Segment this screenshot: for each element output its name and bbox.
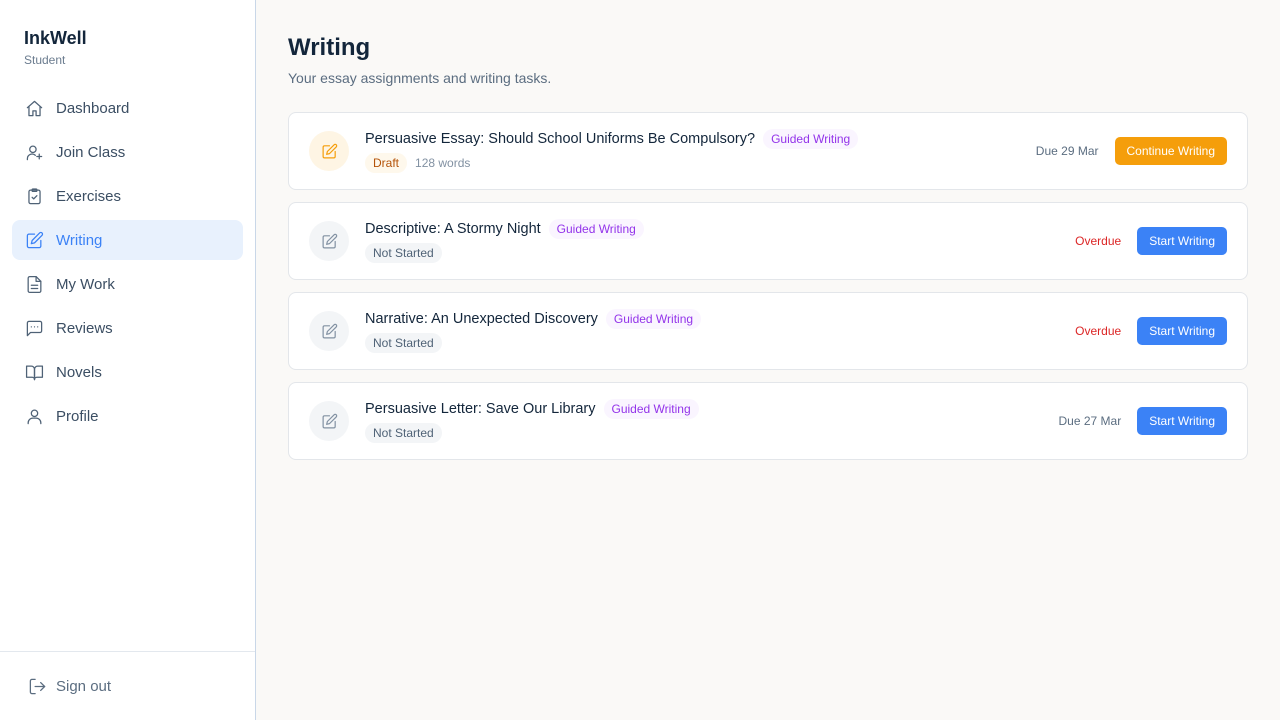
sidebar-item-label: My Work — [56, 275, 115, 293]
task-list: Persuasive Essay: Should School Uniforms… — [288, 112, 1248, 460]
sidebar-item-exercises[interactable]: Exercises — [12, 176, 243, 216]
sidebar-item-label: Profile — [56, 407, 99, 425]
sidebar-item-label: Dashboard — [56, 99, 130, 117]
due-date: Overdue — [1075, 324, 1122, 338]
guided-writing-tag: Guided Writing — [603, 399, 699, 419]
sign-out-button[interactable]: Sign out — [28, 677, 111, 696]
sidebar-item-label: Novels — [56, 363, 102, 381]
task-title[interactable]: Persuasive Letter: Save Our Library — [365, 401, 596, 417]
status-badge: Not Started — [365, 333, 442, 353]
brand-role: Student — [24, 53, 66, 67]
sidebar-item-dashboard[interactable]: Dashboard — [12, 88, 243, 128]
task-card: Persuasive Essay: Should School Uniforms… — [288, 112, 1248, 190]
task-title[interactable]: Descriptive: A Stormy Night — [365, 221, 541, 237]
clipboard-check-icon — [24, 186, 44, 206]
task-body: Persuasive Letter: Save Our Library Guid… — [365, 399, 1059, 443]
sidebar-item-reviews[interactable]: Reviews — [12, 308, 243, 348]
sidebar-item-writing[interactable]: Writing — [12, 220, 243, 260]
task-title-row: Narrative: An Unexpected Discovery Guide… — [365, 309, 1075, 329]
page-subtitle: Your essay assignments and writing tasks… — [288, 70, 552, 86]
continue-writing-button[interactable]: Continue Writing — [1114, 137, 1227, 165]
task-title-row: Persuasive Letter: Save Our Library Guid… — [365, 399, 1059, 419]
home-icon — [24, 98, 44, 118]
task-body: Descriptive: A Stormy Night Guided Writi… — [365, 219, 1075, 263]
task-title[interactable]: Narrative: An Unexpected Discovery — [365, 311, 598, 327]
start-writing-button[interactable]: Start Writing — [1137, 407, 1227, 435]
pencil-square-icon — [309, 131, 349, 171]
task-meta: Draft 128 words — [365, 153, 1036, 173]
due-date: Overdue — [1075, 234, 1122, 248]
status-badge: Draft — [365, 153, 408, 173]
pencil-square-icon — [24, 230, 44, 250]
sign-out-icon — [28, 677, 56, 696]
status-badge: Not Started — [365, 423, 442, 443]
task-meta: Not Started — [365, 423, 1059, 443]
app: InkWell Student Dashboard Join Class Exe… — [0, 0, 1280, 720]
sign-out-label: Sign out — [56, 677, 112, 695]
sidebar-item-label: Exercises — [56, 187, 122, 205]
task-title-row: Descriptive: A Stormy Night Guided Writi… — [365, 219, 1075, 239]
message-icon — [24, 318, 44, 338]
brand-name: InkWell — [24, 28, 87, 48]
sidebar-item-label: Writing — [56, 231, 103, 249]
guided-writing-tag: Guided Writing — [763, 129, 859, 149]
task-card: Narrative: An Unexpected Discovery Guide… — [288, 292, 1248, 370]
user-plus-icon — [24, 142, 44, 162]
sidebar-footer: Sign out — [0, 651, 255, 720]
start-writing-button[interactable]: Start Writing — [1137, 317, 1227, 345]
guided-writing-tag: Guided Writing — [605, 309, 702, 329]
book-icon — [24, 362, 44, 382]
task-card: Descriptive: A Stormy Night Guided Writi… — [288, 202, 1248, 280]
task-card: Persuasive Letter: Save Our Library Guid… — [288, 382, 1248, 460]
status-badge: Not Started — [365, 243, 442, 263]
user-icon — [24, 406, 44, 426]
task-body: Persuasive Essay: Should School Uniforms… — [365, 129, 1036, 173]
task-body: Narrative: An Unexpected Discovery Guide… — [365, 309, 1075, 353]
due-date: Due 27 Mar — [1058, 414, 1122, 428]
sidebar-item-novels[interactable]: Novels — [12, 352, 243, 392]
sidebar-nav: Dashboard Join Class Exercises Writing M… — [0, 88, 255, 436]
brand: InkWell Student — [0, 0, 255, 88]
task-meta: Not Started — [365, 243, 1075, 263]
start-writing-button[interactable]: Start Writing — [1137, 227, 1227, 255]
sidebar-item-profile[interactable]: Profile — [12, 396, 243, 436]
page-title: Writing — [288, 34, 371, 61]
pencil-square-icon — [309, 401, 349, 441]
task-meta: Not Started — [365, 333, 1075, 353]
guided-writing-tag: Guided Writing — [548, 219, 644, 239]
pencil-square-icon — [309, 311, 349, 351]
document-icon — [24, 274, 44, 294]
sidebar-item-my-work[interactable]: My Work — [12, 264, 243, 304]
task-title-row: Persuasive Essay: Should School Uniforms… — [365, 129, 1036, 149]
due-date: Due 29 Mar — [1035, 144, 1099, 158]
sidebar-item-join-class[interactable]: Join Class — [12, 132, 243, 172]
pencil-square-icon — [309, 221, 349, 261]
task-title[interactable]: Persuasive Essay: Should School Uniforms… — [365, 131, 755, 147]
sidebar-item-label: Reviews — [56, 319, 113, 337]
sidebar: InkWell Student Dashboard Join Class Exe… — [0, 0, 256, 720]
main-content: Writing Your essay assignments and writi… — [256, 0, 1280, 720]
word-count: 128 words — [415, 156, 471, 170]
sidebar-item-label: Join Class — [56, 143, 126, 161]
